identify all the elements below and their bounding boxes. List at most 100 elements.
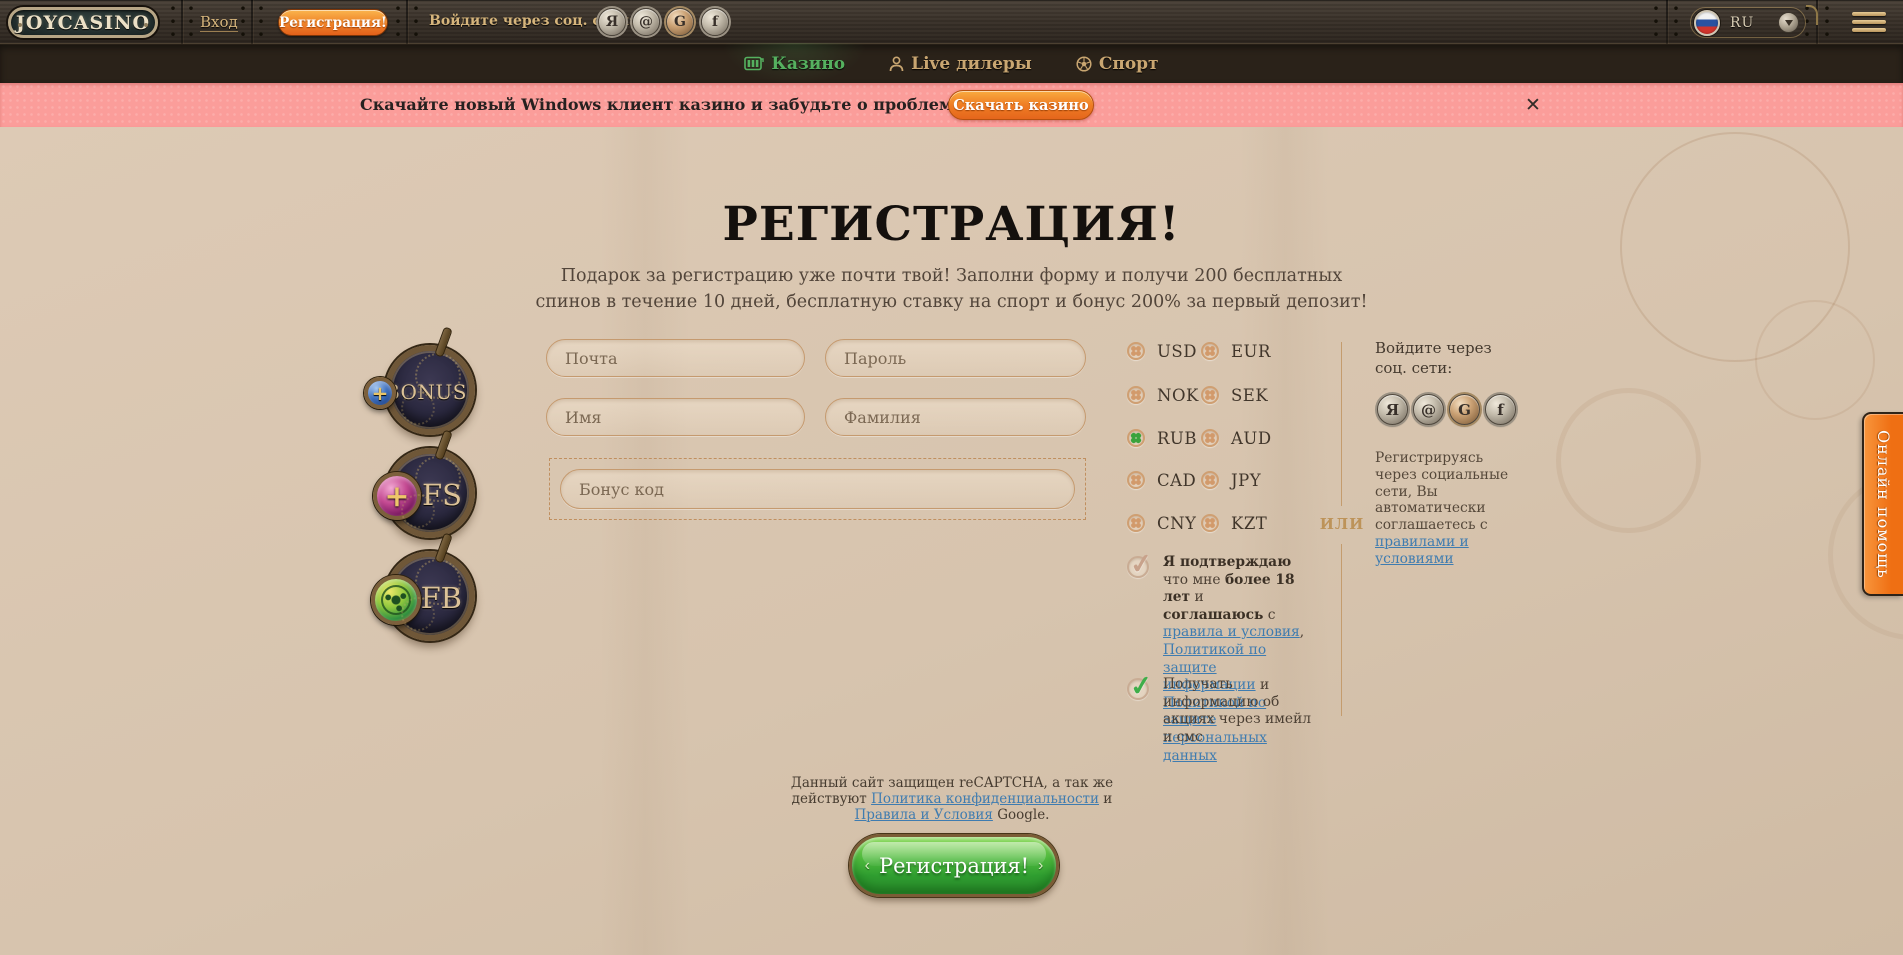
currency-label-cad[interactable]: CAD	[1157, 471, 1196, 490]
mailru-login-icon[interactable]: @	[632, 8, 660, 36]
mailru-glyph: @	[639, 14, 653, 30]
rivet-dots	[189, 6, 193, 39]
freebet-ball-icon	[371, 575, 421, 625]
chevron-down-icon[interactable]	[1778, 12, 1799, 33]
stain-ring	[1556, 388, 1701, 533]
currency-label-jpy[interactable]: JPY	[1231, 471, 1261, 490]
download-casino-button[interactable]: Скачать казино	[948, 90, 1094, 120]
recaptcha-privacy-link[interactable]: Политика конфиденциальности	[871, 791, 1099, 807]
consent-bold: Я подтверждаю	[1163, 554, 1291, 570]
currency-radio-usd[interactable]	[1127, 342, 1145, 360]
badge-freebet[interactable]: FB	[385, 551, 475, 641]
promo-consent-checkbox[interactable]: ✓	[1127, 678, 1149, 700]
flag-ru-icon	[1694, 10, 1720, 36]
slots-icon	[744, 56, 764, 71]
badge-label: FS	[422, 478, 462, 512]
facebook-glyph: f	[1497, 401, 1503, 419]
vertical-divider	[1341, 544, 1342, 716]
bonus-code-container	[549, 458, 1086, 520]
terms-link[interactable]: правила и условия	[1163, 624, 1300, 640]
first-name-field[interactable]	[546, 398, 805, 436]
nav-label: Спорт	[1099, 54, 1159, 74]
side-social-note: Регистрируясь через социальные сети, Вы …	[1375, 450, 1523, 568]
currency-label-nok[interactable]: NOK	[1157, 386, 1199, 405]
facebook-glyph: f	[712, 14, 718, 30]
main-nav: Казино Live дилеры Спорт	[0, 44, 1903, 83]
checkmark-icon: ✓	[1128, 670, 1154, 703]
side-mailru-login-icon[interactable]: @	[1413, 394, 1444, 425]
currency-label-aud[interactable]: AUD	[1231, 429, 1272, 448]
logo-rivet	[18, 23, 22, 27]
consent-bold: соглашаюсь	[1163, 607, 1263, 623]
google-login-icon[interactable]: G	[666, 8, 694, 36]
hamburger-bar	[1852, 28, 1886, 32]
currency-radio-jpy[interactable]	[1201, 471, 1219, 489]
live-dealers-icon	[889, 56, 904, 72]
sketch-circle	[1755, 300, 1875, 420]
register-button[interactable]: Регистрация!	[278, 9, 388, 36]
nav-tab-live-dealers[interactable]: Live дилеры	[889, 54, 1032, 74]
side-google-login-icon[interactable]: G	[1449, 394, 1480, 425]
rivet-dots	[259, 6, 263, 39]
currency-radio-sek[interactable]	[1201, 386, 1219, 404]
currency-label-cny[interactable]: CNY	[1157, 514, 1196, 533]
login-link[interactable]: Вход	[200, 13, 238, 32]
currency-radio-cad[interactable]	[1127, 471, 1145, 489]
bonus-code-field[interactable]	[560, 469, 1075, 509]
currency-label-rub[interactable]: RUB	[1157, 429, 1197, 448]
age-consent-checkbox[interactable]: ✓	[1127, 556, 1149, 578]
email-field[interactable]	[546, 339, 805, 377]
online-help-tab[interactable]: Онлайн помощь	[1862, 412, 1903, 596]
currency-radio-aud[interactable]	[1201, 429, 1219, 447]
download-banner: Скачайте новый Windows клиент казино и з…	[0, 83, 1903, 127]
currency-radio-kzt[interactable]	[1201, 514, 1219, 532]
menu-button[interactable]	[1852, 12, 1886, 32]
page-title: РЕГИСТРАЦИЯ!	[0, 197, 1903, 252]
yandex-login-icon[interactable]: Я	[598, 8, 626, 36]
promo-consent-text: Получать информацию об акциях через имей…	[1163, 676, 1315, 746]
joycasino-logo[interactable]: JOYCASINO	[8, 7, 158, 38]
checkmark-icon: ✓	[1128, 548, 1154, 581]
bonus-orb-icon	[364, 377, 396, 409]
currency-radio-rub[interactable]	[1127, 429, 1145, 447]
nav-tab-casino[interactable]: Казино	[744, 54, 845, 74]
seam-divider	[406, 0, 408, 44]
registration-submit-button[interactable]: ‹ Регистрация! ›	[849, 834, 1059, 897]
nav-tab-sport[interactable]: Спорт	[1076, 54, 1159, 74]
badge-freespins[interactable]: FS	[385, 448, 475, 538]
or-label: ИЛИ	[1312, 515, 1372, 533]
submit-label: Регистрация!	[879, 854, 1029, 878]
online-help-label: Онлайн помощь	[1874, 430, 1893, 579]
rivet-dots	[1825, 6, 1829, 39]
currency-label-eur[interactable]: EUR	[1231, 342, 1271, 361]
currency-radio-eur[interactable]	[1201, 342, 1219, 360]
currency-radio-nok[interactable]	[1127, 386, 1145, 404]
badge-bonus[interactable]: BONUS	[385, 345, 475, 435]
yandex-glyph: Я	[606, 14, 618, 30]
page-subtitle-line1: Подарок за регистрацию уже почти твой! З…	[0, 266, 1903, 286]
recaptcha-note: Данный сайт защищен reCAPTCHA, а так же …	[762, 775, 1142, 823]
currency-label-kzt[interactable]: KZT	[1231, 514, 1267, 533]
side-social-title: Войдите через соц. сети:	[1375, 338, 1515, 378]
terms-conditions-link[interactable]: правилами и условиями	[1375, 534, 1469, 567]
close-icon[interactable]: ✕	[1522, 94, 1544, 116]
badge-label: BONUS	[385, 380, 467, 404]
password-field[interactable]	[825, 339, 1086, 377]
mailru-glyph: @	[1421, 401, 1436, 419]
soccer-ball-icon	[1076, 56, 1092, 72]
freespins-orb-icon	[373, 472, 421, 520]
last-name-field[interactable]	[825, 398, 1086, 436]
language-selector[interactable]: RU	[1690, 7, 1806, 38]
rivet-dots	[396, 6, 400, 39]
side-yandex-login-icon[interactable]: Я	[1377, 394, 1408, 425]
currency-label-usd[interactable]: USD	[1157, 342, 1197, 361]
recaptcha-terms-link[interactable]: Правила и Условия	[855, 807, 993, 823]
top-bar: JOYCASINO Вход Регистрация! Войдите чере…	[0, 0, 1903, 44]
currency-label-sek[interactable]: SEK	[1231, 386, 1268, 405]
rivet-dots	[171, 6, 175, 39]
side-social-icons: Я @ G f	[1377, 394, 1516, 425]
facebook-login-icon[interactable]: f	[701, 8, 729, 36]
side-facebook-login-icon[interactable]: f	[1485, 394, 1516, 425]
rivet-dots	[1674, 6, 1678, 39]
currency-radio-cny[interactable]	[1127, 514, 1145, 532]
